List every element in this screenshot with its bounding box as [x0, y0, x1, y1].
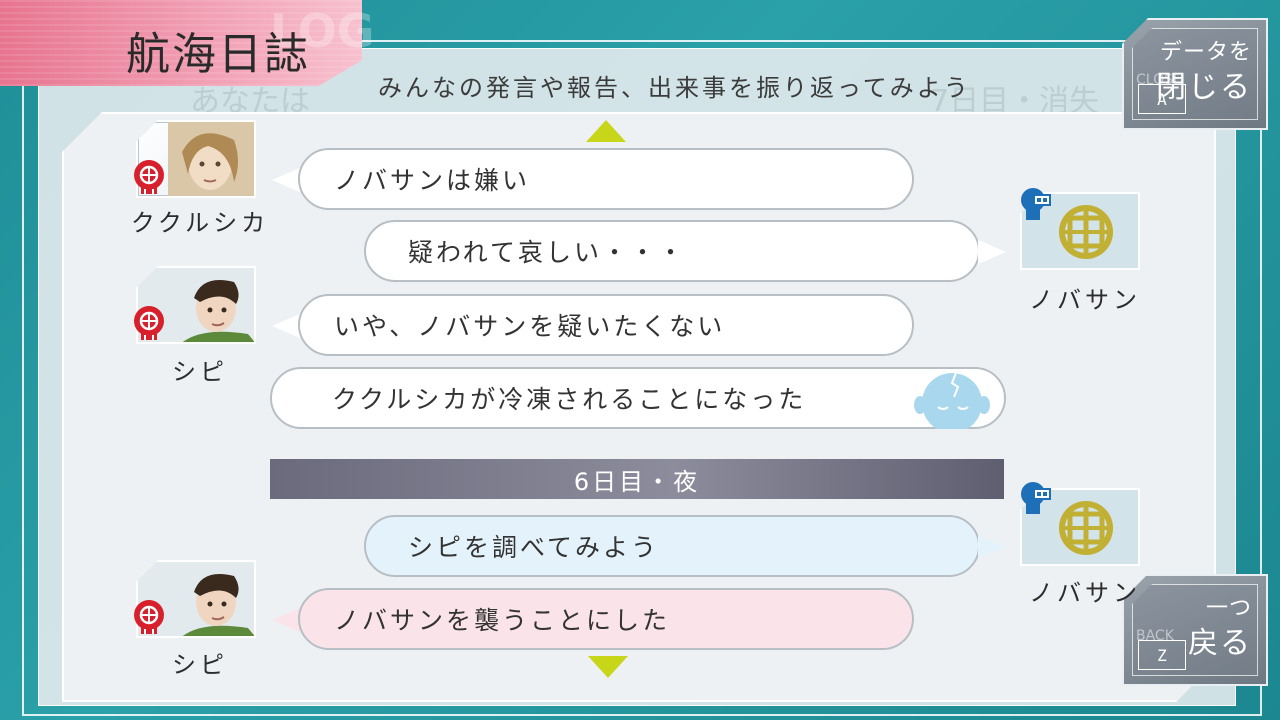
bubble-tail — [978, 240, 1006, 264]
log-message-text: ノバサンは嫌い — [334, 166, 531, 195]
log-message-text: 疑われて哀しい・・・ — [408, 238, 687, 267]
log-message: ノバサンは嫌い — [298, 148, 914, 210]
wolf-skull-badge-icon — [134, 306, 164, 340]
back-key-hint: Z — [1138, 640, 1186, 670]
engineer-badge-icon — [1021, 482, 1051, 514]
speaker-name: シピ — [172, 651, 228, 679]
page-title: 航海日誌 — [126, 29, 310, 80]
close-key-hint: A — [1138, 84, 1186, 114]
wolf-skull-badge-icon — [134, 600, 164, 634]
bubble-tail — [272, 608, 300, 632]
log-message-text: いや、ノバサンを疑いたくない — [334, 312, 726, 341]
speaker-name: シピ — [172, 358, 228, 386]
system-message-text: ククルシカが冷凍されることになった — [332, 385, 807, 414]
speaker-name: ククルシカ — [130, 209, 270, 237]
wolf-skull-badge-icon — [134, 160, 164, 194]
log-message: 疑われて哀しい・・・ — [364, 220, 980, 282]
scroll-down-arrow-icon[interactable] — [588, 656, 628, 678]
speaker-name: ノバサン — [1029, 286, 1141, 314]
log-message: シピを調べてみよう — [364, 515, 980, 577]
bubble-tail — [272, 314, 300, 338]
system-face-icon — [914, 372, 990, 429]
day-divider: 6日目・夜 — [270, 459, 1004, 499]
bubble-tail — [978, 535, 1006, 559]
back-button-label: 戻る — [1188, 626, 1252, 661]
log-message: いや、ノバサンを疑いたくない — [298, 294, 914, 356]
log-message-text: シピを調べてみよう — [408, 533, 660, 562]
bubble-tail — [272, 168, 300, 192]
log-message-text: ノバサンを襲うことにした — [334, 606, 671, 635]
scroll-up-arrow-icon[interactable] — [586, 120, 626, 142]
system-message: ククルシカが冷凍されることになった — [270, 367, 1006, 429]
page-subtitle: みんなの発言や報告、出来事を振り返ってみよう — [378, 74, 971, 102]
engineer-badge-icon — [1021, 188, 1051, 220]
speaker-name: ノバサン — [1029, 579, 1141, 607]
log-message: ノバサンを襲うことにした — [298, 588, 914, 650]
close-data-button[interactable]: CLOSE データを 閉じる A — [1122, 18, 1268, 130]
